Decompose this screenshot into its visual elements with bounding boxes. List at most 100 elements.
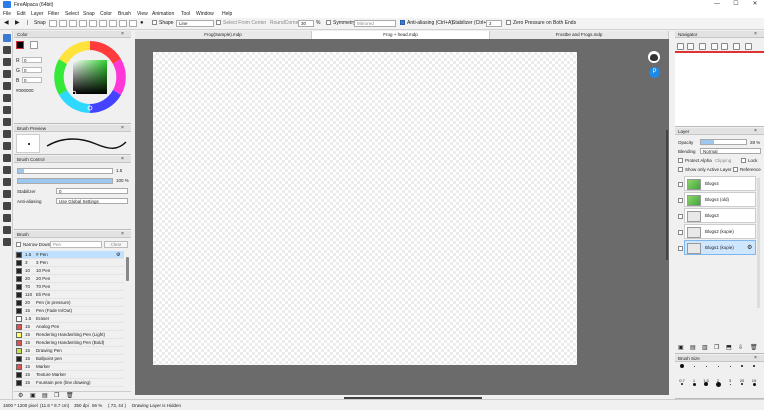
- brush-size-dot[interactable]: [693, 365, 695, 367]
- panel-close-icon[interactable]: ×: [754, 128, 757, 135]
- drawing-canvas[interactable]: [153, 52, 577, 365]
- snap-crisscross-icon[interactable]: [69, 20, 77, 27]
- move-tool-icon[interactable]: [3, 70, 11, 78]
- snap-grid-icon[interactable]: [119, 20, 127, 27]
- menu-color[interactable]: Color: [100, 11, 112, 17]
- layer-visibility-checkbox[interactable]: [678, 198, 683, 203]
- panel-close-icon[interactable]: ×: [121, 31, 124, 38]
- brush-list-item[interactable]: 15 Marker: [15, 363, 124, 371]
- zoom-out-icon[interactable]: [687, 43, 694, 50]
- panel-close-icon[interactable]: ×: [121, 125, 124, 132]
- brush-stabilizer-select[interactable]: 0: [56, 188, 128, 194]
- panel-close-icon[interactable]: ×: [121, 231, 124, 238]
- brush-size-dot[interactable]: [729, 383, 731, 385]
- tab-document-2[interactable]: Frog + head.mdp: [312, 31, 490, 39]
- layer-visibility-checkbox[interactable]: [678, 182, 683, 187]
- transform-tool-icon[interactable]: [3, 82, 11, 90]
- text-tool-icon[interactable]: [3, 190, 11, 198]
- shape-checkbox[interactable]: Shape: [152, 20, 173, 27]
- menu-select[interactable]: Select: [65, 11, 79, 17]
- symmetry-select[interactable]: Mirrored: [354, 20, 396, 27]
- maximize-button[interactable]: ☐: [727, 0, 745, 9]
- brush-filter-input[interactable]: Pen: [50, 241, 102, 248]
- brush-size-dot[interactable]: [741, 365, 743, 367]
- layer-item[interactable]: Blogs4 (old): [678, 192, 756, 207]
- panel-close-icon[interactable]: ×: [754, 31, 757, 38]
- brush-list-item[interactable]: 15 Rendering Handwriting Pen (Bold): [15, 339, 124, 347]
- snap-settings-icon[interactable]: [129, 20, 137, 27]
- delete-brush-icon[interactable]: 🗑: [66, 392, 74, 399]
- protect-alpha-checkbox[interactable]: Protect Alpha: [678, 158, 712, 164]
- select-tool-icon[interactable]: [3, 130, 11, 138]
- brush-settings-icon[interactable]: ⚙: [18, 392, 23, 399]
- brush-opacity-slider[interactable]: [17, 178, 113, 184]
- layer-opacity-value[interactable]: 28 %: [750, 140, 760, 145]
- brush-list-item[interactable]: 15 Fountain pen (line drawing): [15, 379, 124, 387]
- brush-list-item[interactable]: 1.5 Eraser: [15, 315, 124, 323]
- menu-help[interactable]: Help: [222, 11, 232, 17]
- clipping-toggle[interactable]: Clipping: [715, 158, 731, 163]
- brush-size-dot[interactable]: [692, 382, 696, 386]
- brush-list-item[interactable]: 20 Pen (in pressure): [15, 299, 124, 307]
- close-button[interactable]: ✕: [746, 0, 764, 9]
- brush-list-scrollbar[interactable]: [126, 257, 129, 281]
- divide-tool-icon[interactable]: [3, 214, 11, 222]
- brush-list-item[interactable]: 15 Analog Pen: [15, 323, 124, 331]
- brush-size-value[interactable]: 1.5: [116, 168, 122, 173]
- operation-tool-icon[interactable]: [3, 202, 11, 210]
- brush-size-dot[interactable]: [705, 365, 707, 367]
- brush-list-item[interactable]: 15 Ballpoint pen: [15, 355, 124, 363]
- zero-pressure-checkbox[interactable]: Zero Pressure on Both Ends: [506, 20, 576, 27]
- magic-wand-tool-icon[interactable]: [3, 154, 11, 162]
- tab-document-1[interactable]: Frog(Sample).mdp: [135, 31, 312, 39]
- brush-list-item[interactable]: 3 3 Pen: [15, 259, 124, 267]
- brush-list-item[interactable]: 110 Eli Pen: [15, 291, 124, 299]
- layer-visibility-checkbox[interactable]: [678, 230, 683, 235]
- gradation-tool-icon[interactable]: [3, 118, 11, 126]
- eyedropper-tool-icon[interactable]: [3, 226, 11, 234]
- brush-list-item[interactable]: 15 Drawing Pen: [15, 347, 124, 355]
- brush-size-dot[interactable]: [704, 382, 708, 386]
- layer-visibility-checkbox[interactable]: [678, 246, 683, 251]
- brush-size-dot[interactable]: [741, 383, 743, 385]
- brush-opacity-value[interactable]: 100 %: [116, 178, 129, 183]
- navigator-preview[interactable]: [675, 51, 764, 126]
- copy-brush-icon[interactable]: ❐: [54, 392, 59, 399]
- menu-animation[interactable]: Animation: [152, 11, 174, 17]
- layer-item[interactable]: Blogs2 (kopie): [678, 224, 756, 239]
- layer-settings-icon[interactable]: ⚙: [747, 244, 752, 251]
- brush-size-dot[interactable]: [717, 365, 719, 367]
- delete-layer-icon[interactable]: 🗑: [750, 344, 758, 351]
- new-layer-icon[interactable]: ▣: [678, 344, 684, 351]
- show-only-active-checkbox[interactable]: Show only Active Layer: [678, 167, 732, 173]
- snap-curve-icon[interactable]: [109, 20, 117, 27]
- g-input[interactable]: 0: [22, 67, 42, 73]
- layer-visibility-checkbox[interactable]: [678, 214, 683, 219]
- brush-list-item[interactable]: 1.5 # Pen ⚙: [15, 251, 124, 259]
- reset-rotation-icon[interactable]: [733, 43, 740, 50]
- snap-parallel-icon[interactable]: [59, 20, 67, 27]
- share-badge-icon[interactable]: P: [649, 67, 660, 78]
- brush-size-dot[interactable]: [715, 381, 721, 387]
- secondary-color-swatch[interactable]: [30, 41, 38, 49]
- menu-tool[interactable]: Tool: [181, 11, 190, 17]
- brush-list-item[interactable]: 20 20 Pen: [15, 275, 124, 283]
- merge-layer-icon[interactable]: ⬒: [726, 344, 732, 351]
- brush-list-item[interactable]: 70 70 Pen: [15, 283, 124, 291]
- layer-down-icon[interactable]: ⇩: [738, 344, 743, 351]
- brush-antialias-select[interactable]: Use Global Settings: [56, 198, 128, 204]
- panel-close-icon[interactable]: ×: [121, 156, 124, 163]
- new-8bit-layer-icon[interactable]: ▤: [690, 344, 696, 351]
- hex-value[interactable]: #000000: [16, 88, 34, 93]
- primary-color-swatch[interactable]: [16, 41, 24, 49]
- menu-snap[interactable]: Snap: [83, 11, 95, 17]
- bucket-tool-icon[interactable]: [3, 106, 11, 114]
- r-input[interactable]: 0: [22, 57, 42, 63]
- brush-list-item[interactable]: 15 Texture Marker: [15, 371, 124, 379]
- antialiasing-checkbox[interactable]: Anti-aliasing (Ctrl+A): [400, 20, 453, 27]
- fill-tool-icon[interactable]: [3, 94, 11, 102]
- hand-tool-icon[interactable]: [3, 238, 11, 246]
- new-folder-icon[interactable]: ▥: [702, 344, 708, 351]
- brush-size-dot[interactable]: [752, 382, 756, 386]
- snap-circle-icon[interactable]: [99, 20, 107, 27]
